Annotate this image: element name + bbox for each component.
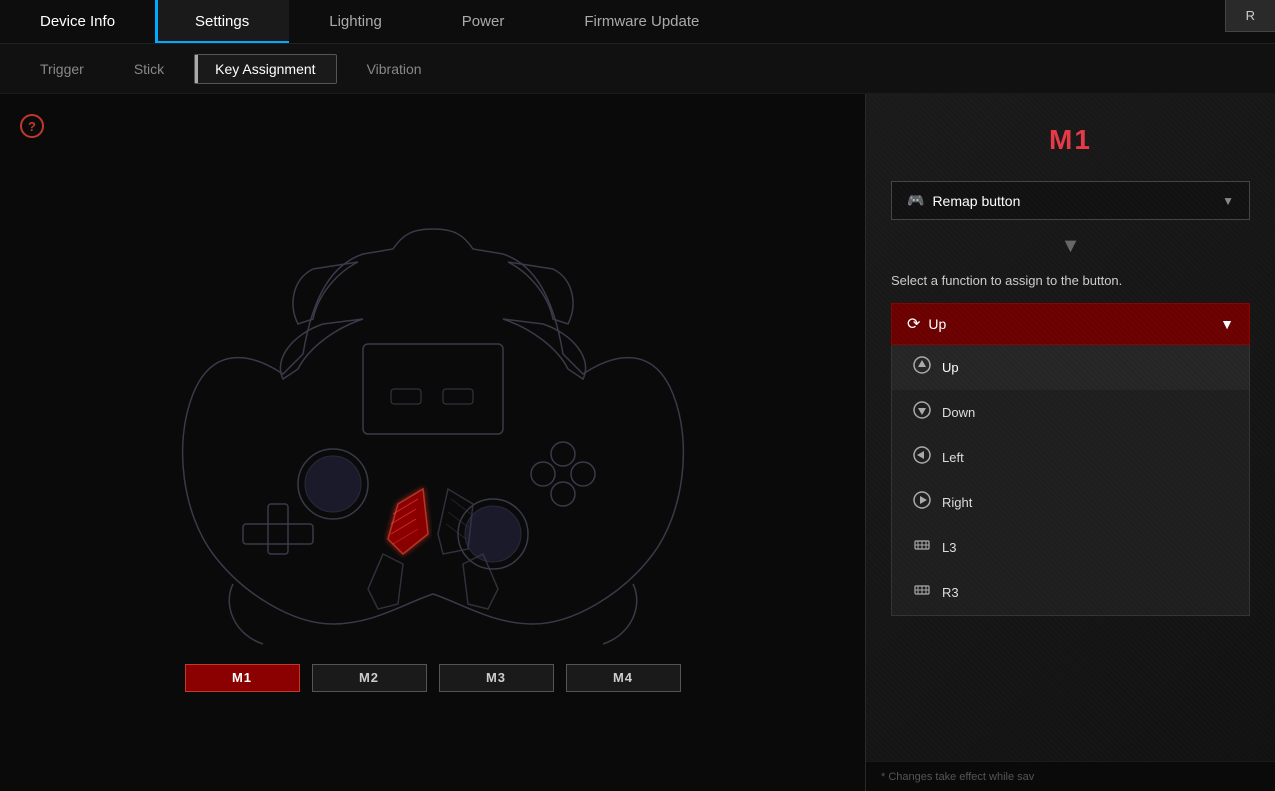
controller-area: ? bbox=[0, 94, 865, 791]
top-right-button[interactable]: R bbox=[1225, 0, 1275, 32]
arrow-indicator: ▼ bbox=[891, 235, 1250, 258]
status-bar: * Changes take effect while sav bbox=[866, 761, 1275, 791]
option-up[interactable]: Up bbox=[892, 345, 1249, 390]
sub-nav-vibration[interactable]: Vibration bbox=[347, 55, 442, 83]
function-chevron-icon: ▼ bbox=[1220, 316, 1234, 332]
l3-icon bbox=[912, 536, 932, 559]
right-panel: M1 🎮 Remap button ▼ ▼ Select a function … bbox=[865, 94, 1275, 791]
panel-title: M1 bbox=[891, 124, 1250, 156]
help-icon[interactable]: ? bbox=[20, 114, 44, 138]
option-right[interactable]: Right bbox=[892, 480, 1249, 525]
nav-item-power[interactable]: Power bbox=[422, 0, 545, 43]
m1-button[interactable]: M1 bbox=[185, 664, 300, 692]
m2-button[interactable]: M2 bbox=[312, 664, 427, 692]
main-content: ? bbox=[0, 94, 1275, 791]
top-navigation: Device Info Settings Lighting Power Firm… bbox=[0, 0, 1275, 44]
sub-nav-key-assignment[interactable]: Key Assignment bbox=[194, 54, 336, 84]
sub-nav-trigger[interactable]: Trigger bbox=[20, 55, 104, 83]
function-dropdown-list: Up Down Left bbox=[891, 345, 1250, 616]
gamepad-icon: 🎮 bbox=[907, 192, 924, 209]
function-dropdown[interactable]: ⟳ Up ▼ bbox=[891, 303, 1250, 345]
m-buttons-row: M1 M2 M3 M4 bbox=[185, 664, 681, 692]
r3-icon bbox=[912, 581, 932, 604]
nav-item-device-info[interactable]: Device Info bbox=[0, 0, 155, 43]
down-icon bbox=[912, 401, 932, 424]
select-function-text: Select a function to assign to the butto… bbox=[891, 273, 1250, 288]
remap-dropdown[interactable]: 🎮 Remap button ▼ bbox=[891, 181, 1250, 220]
m3-button[interactable]: M3 bbox=[439, 664, 554, 692]
remap-chevron-icon: ▼ bbox=[1222, 194, 1234, 208]
m4-button[interactable]: M4 bbox=[566, 664, 681, 692]
sub-nav-stick[interactable]: Stick bbox=[114, 55, 184, 83]
right-icon bbox=[912, 491, 932, 514]
nav-item-firmware-update[interactable]: Firmware Update bbox=[544, 0, 739, 43]
status-text: * Changes take effect while sav bbox=[881, 771, 1034, 783]
up-icon bbox=[912, 356, 932, 379]
up-circle-icon: ⟳ bbox=[907, 314, 920, 334]
nav-item-lighting[interactable]: Lighting bbox=[289, 0, 422, 43]
option-r3[interactable]: R3 bbox=[892, 570, 1249, 615]
sub-navigation: Trigger Stick Key Assignment Vibration bbox=[0, 44, 1275, 94]
controller-image bbox=[133, 194, 733, 654]
option-left[interactable]: Left bbox=[892, 435, 1249, 480]
nav-item-settings[interactable]: Settings bbox=[155, 0, 289, 43]
left-icon bbox=[912, 446, 932, 469]
option-l3[interactable]: L3 bbox=[892, 525, 1249, 570]
option-down[interactable]: Down bbox=[892, 390, 1249, 435]
